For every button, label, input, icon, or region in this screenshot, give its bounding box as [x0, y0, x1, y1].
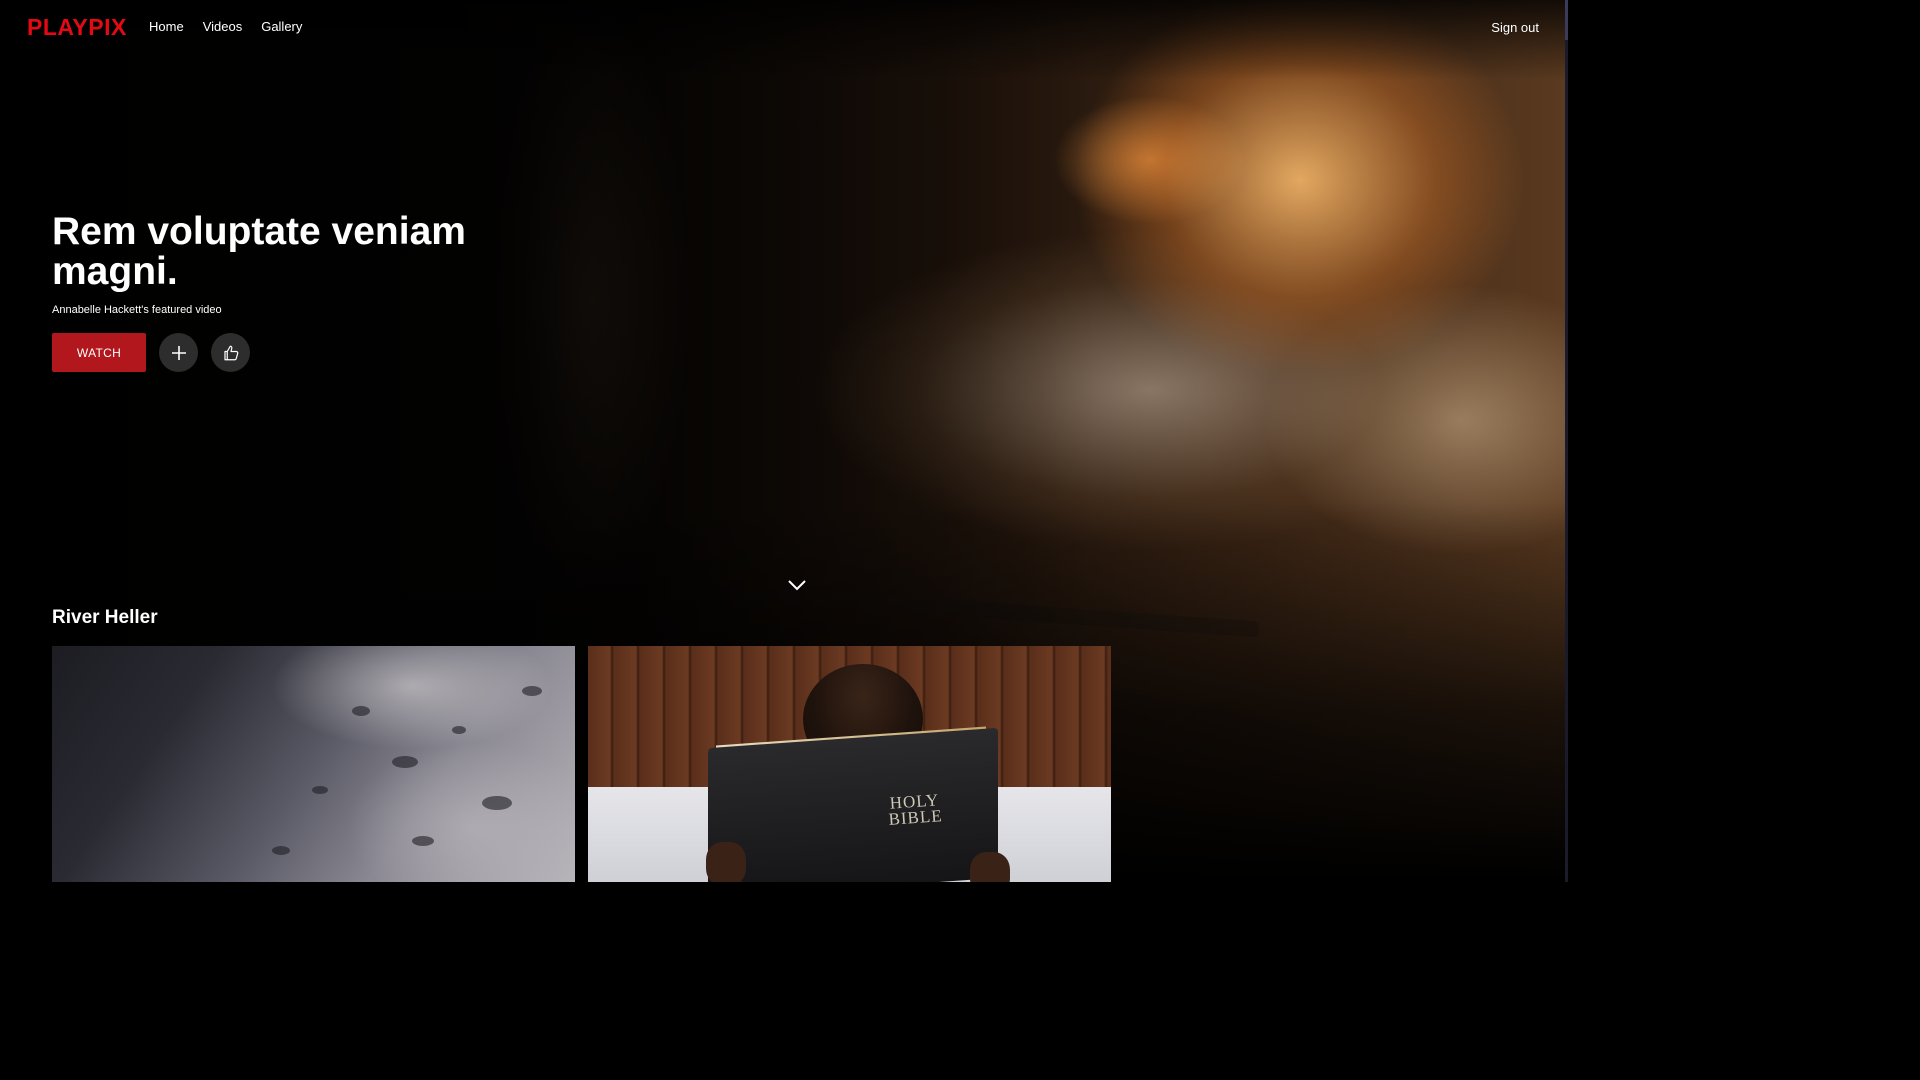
- plus-icon: [171, 345, 186, 360]
- like-button[interactable]: [211, 333, 250, 372]
- water-drop: [522, 686, 542, 696]
- video-thumbnail-water[interactable]: [52, 646, 575, 882]
- chevron-down-icon: [788, 580, 806, 591]
- water-drop: [272, 846, 290, 855]
- row-title: River Heller: [52, 607, 158, 628]
- nav-home[interactable]: Home: [149, 19, 184, 34]
- thumbs-up-icon: [223, 345, 238, 360]
- nav-videos[interactable]: Videos: [203, 19, 243, 34]
- top-navbar: PLAYPIX Home Videos Gallery Sign out: [0, 0, 1568, 56]
- hero-actions: WATCH: [52, 333, 532, 372]
- water-drop: [482, 796, 512, 810]
- sign-out-link[interactable]: Sign out: [1491, 20, 1539, 35]
- hero-content: Rem voluptate veniam magni. Annabelle Ha…: [52, 212, 532, 372]
- water-drop: [312, 786, 328, 794]
- nav-gallery[interactable]: Gallery: [261, 19, 302, 34]
- add-to-list-button[interactable]: [159, 333, 198, 372]
- book-title: HOLY BIBLE: [887, 790, 944, 829]
- playpix-logo[interactable]: PLAYPIX: [27, 14, 127, 41]
- book-cover: [708, 727, 998, 882]
- watch-button[interactable]: WATCH: [52, 333, 146, 372]
- hero-title: Rem voluptate veniam magni.: [52, 210, 466, 293]
- right-hand: [970, 852, 1010, 882]
- page-scrollbar[interactable]: [1565, 0, 1568, 882]
- water-drop: [352, 706, 370, 716]
- hero-subtitle: Annabelle Hackett's featured video: [52, 304, 222, 316]
- book-title-line2: BIBLE: [887, 806, 944, 829]
- water-drop: [452, 726, 466, 734]
- left-hand: [706, 842, 746, 882]
- main-nav: Home Videos Gallery: [149, 19, 302, 34]
- video-thumbnail-bible[interactable]: HOLY BIBLE: [588, 646, 1111, 882]
- water-drop: [412, 836, 434, 846]
- water-drop: [392, 756, 418, 768]
- scroll-down-button[interactable]: [787, 578, 807, 597]
